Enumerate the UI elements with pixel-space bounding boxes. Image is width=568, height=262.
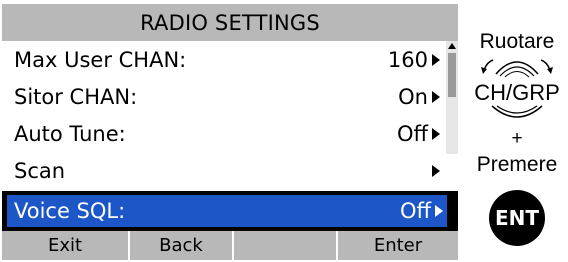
screen-title: RADIO SETTINGS [2, 4, 458, 41]
submenu-arrow-icon [432, 164, 440, 177]
menu-item-label: Max User CHAN: [14, 47, 187, 72]
menu-item-sitor-chan[interactable]: Sitor CHAN: On [14, 78, 442, 115]
menu-item-value: On [398, 84, 428, 109]
menu-item-value: Off [400, 199, 431, 223]
scrollbar[interactable] [446, 41, 458, 154]
rotate-instruction: Ruotare [479, 30, 555, 53]
knob-label: CH/GRP [474, 80, 560, 105]
ent-button[interactable]: ENT [489, 190, 545, 246]
instruction-panel: Ruotare CH/GRP + Premere ENT [466, 0, 568, 262]
radio-lcd-screen: RADIO SETTINGS Max User CHAN: 160 Sitor … [2, 4, 458, 260]
selection-highlight: Voice SQL: Off [7, 195, 447, 227]
menu-item-label: Auto Tune: [14, 121, 126, 146]
press-instruction: Premere [476, 153, 558, 176]
softkey-empty[interactable] [234, 231, 338, 260]
menu-item-label: Scan [14, 158, 66, 183]
submenu-arrow-icon [435, 205, 443, 217]
menu-item-value: 160 [387, 47, 428, 72]
softkey-exit[interactable]: Exit [2, 231, 130, 260]
menu-item-value: Off [397, 121, 428, 146]
menu-item-scan[interactable]: Scan [14, 152, 442, 189]
menu-item-label: Sitor CHAN: [14, 84, 138, 109]
submenu-arrow-icon [432, 127, 440, 140]
softkey-enter[interactable]: Enter [338, 231, 458, 260]
menu-item-max-user-chan[interactable]: Max User CHAN: 160 [14, 41, 442, 78]
submenu-arrow-icon [432, 90, 440, 103]
softkey-back[interactable]: Back [130, 231, 234, 260]
menu-item-voice-sql-selected[interactable]: Voice SQL: Off [2, 191, 458, 231]
submenu-arrow-icon [432, 53, 440, 66]
softkey-bar: Exit Back Enter [2, 231, 458, 260]
plus-sign: + [511, 128, 523, 149]
rotate-dial-icon [481, 59, 553, 78]
menu-item-auto-tune[interactable]: Auto Tune: Off [14, 115, 442, 152]
dial-lower-ring-icon [491, 105, 543, 118]
settings-menu: Max User CHAN: 160 Sitor CHAN: On Auto T… [2, 41, 458, 231]
menu-item-label: Voice SQL: [14, 199, 126, 223]
scroll-up-arrow-icon [448, 43, 456, 49]
scroll-thumb[interactable] [448, 53, 456, 97]
